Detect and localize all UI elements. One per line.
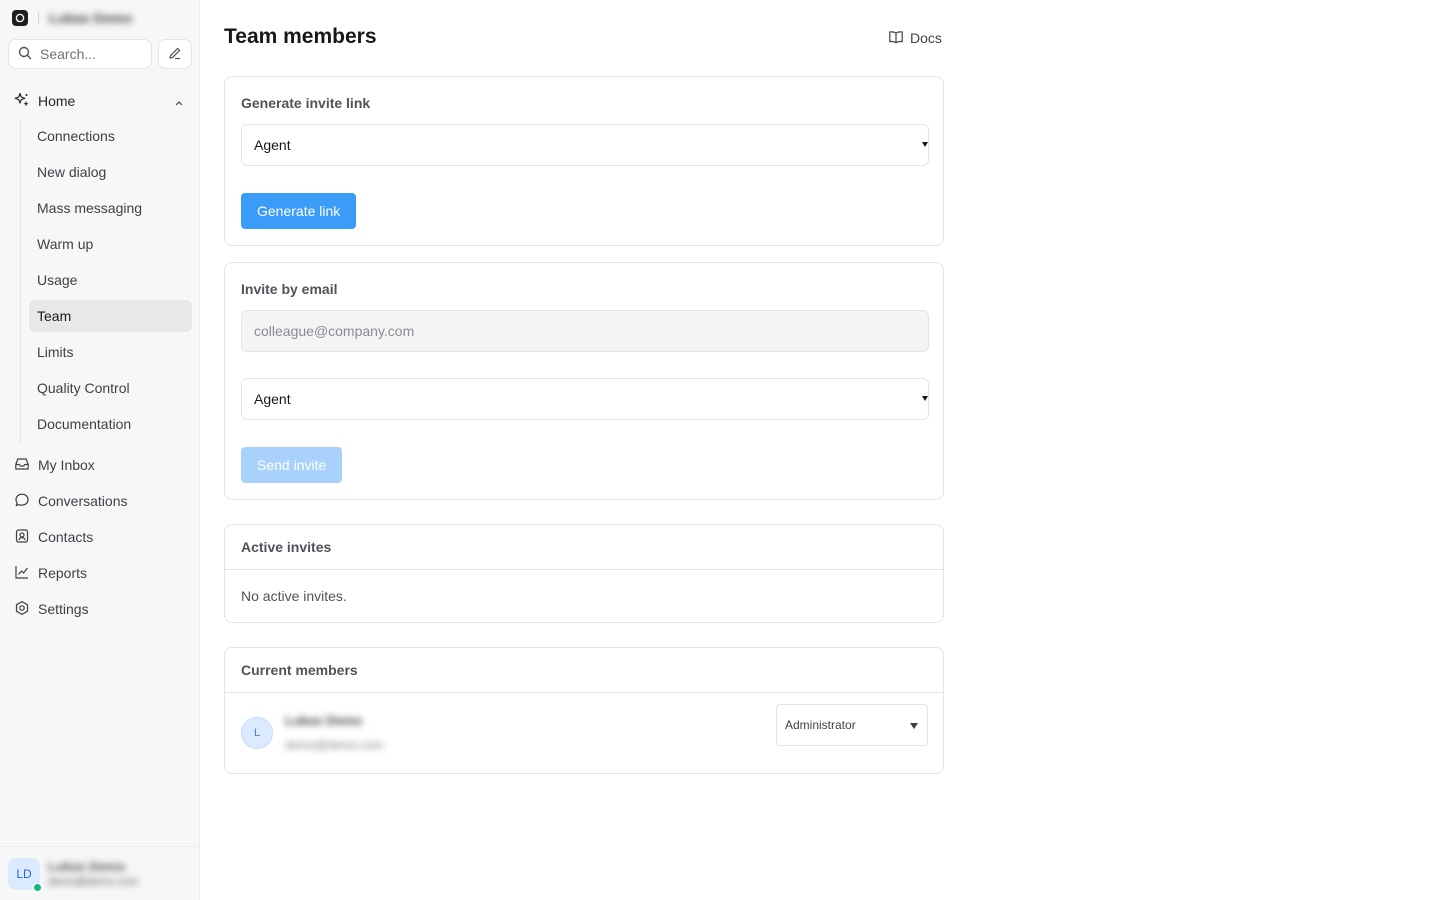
app-logo-icon (12, 10, 28, 26)
sidebar-item-label: My Inbox (38, 457, 95, 473)
member-role-select[interactable]: Administrator (776, 704, 928, 746)
avatar-initials: LD (16, 866, 32, 881)
docs-link[interactable]: Docs (888, 29, 942, 47)
avatar: L (241, 717, 273, 749)
current-members-header: Current members (225, 648, 943, 693)
pencil-icon (168, 46, 182, 63)
sidebar-item-label: Contacts (38, 529, 94, 545)
gear-icon (14, 600, 30, 619)
avatar: LD (8, 857, 42, 892)
email-field-wrapper (241, 310, 929, 352)
invite-link-card: Generate invite link Agent Generate link (224, 76, 944, 246)
workspace-name: Lukas Demo (49, 10, 133, 26)
empty-state-text: No active invites. (241, 588, 347, 604)
select-value: Agent (254, 391, 291, 407)
active-invites-card: Active invites No active invites. (224, 524, 944, 623)
main-nav: My Inbox Conversations Contacts Reports … (8, 449, 192, 629)
compose-button[interactable] (158, 39, 192, 69)
send-invite-button[interactable]: Send invite (241, 447, 343, 483)
search-box[interactable] (8, 39, 152, 69)
user-email: demo@demo.com (48, 875, 139, 888)
email-field[interactable] (242, 323, 928, 339)
invite-link-title: Generate invite link (241, 95, 371, 111)
docs-link-label: Docs (910, 30, 942, 46)
user-profile[interactable]: LD Lukas Demo demo@demo.com (0, 846, 199, 900)
home-subnav: Connections New dialog Mass messaging Wa… (20, 120, 192, 444)
sidebar: Lukas Demo Home Connections New dialog M… (0, 0, 200, 900)
generate-link-button[interactable]: Generate link (241, 193, 357, 229)
sidebar-item-usage[interactable]: Usage (29, 264, 192, 296)
page-title: Team members (224, 25, 377, 48)
search-input[interactable] (40, 46, 140, 62)
active-invites-header: Active invites (225, 525, 943, 570)
select-value: Agent (254, 137, 291, 153)
active-invites-title: Active invites (241, 539, 332, 555)
invite-email-role-select[interactable]: Agent (241, 378, 929, 420)
sidebar-item-new-dialog[interactable]: New dialog (29, 156, 192, 188)
search-icon (18, 46, 32, 63)
sidebar-item-contacts[interactable]: Contacts (8, 521, 192, 553)
chat-bubble-icon (14, 492, 30, 511)
select-value: Administrator (785, 718, 856, 732)
member-row: L Lukas Demo demo@demo.com Administrator (225, 693, 943, 773)
sidebar-item-settings[interactable]: Settings (8, 593, 192, 625)
sidebar-item-label: Conversations (38, 493, 128, 509)
caret-down-icon (910, 723, 918, 729)
chart-line-icon (14, 564, 30, 583)
member-email: demo@demo.com (285, 738, 384, 752)
sparkles-icon (14, 92, 30, 111)
sidebar-item-limits[interactable]: Limits (29, 336, 192, 368)
inbox-icon (14, 456, 30, 475)
sidebar-item-mass-messaging[interactable]: Mass messaging (29, 192, 192, 224)
invite-link-role-select[interactable]: Agent (241, 124, 929, 166)
caret-down-icon (922, 396, 928, 401)
sidebar-item-label: Home (38, 93, 76, 109)
online-status-indicator (33, 882, 42, 892)
member-name: Lukas Demo (285, 713, 363, 728)
sidebar-item-label: Settings (38, 601, 89, 617)
chevron-up-icon[interactable] (174, 95, 184, 111)
contact-card-icon (14, 528, 30, 547)
sidebar-item-warm-up[interactable]: Warm up (29, 228, 192, 260)
user-meta: Lukas Demo demo@demo.com (48, 859, 138, 889)
sidebar-item-team[interactable]: Team (29, 300, 192, 332)
caret-down-icon (922, 142, 928, 147)
sidebar-item-label: Reports (38, 565, 88, 581)
sidebar-item-documentation[interactable]: Documentation (29, 408, 192, 440)
sidebar-item-connections[interactable]: Connections (29, 120, 192, 152)
current-members-title: Current members (241, 662, 358, 678)
current-members-card: Current members L Lukas Demo demo@demo.c… (224, 647, 944, 774)
brand-divider (38, 12, 39, 24)
sidebar-item-home[interactable]: Home (8, 86, 192, 116)
user-name: Lukas Demo (48, 858, 126, 874)
sidebar-item-my-inbox[interactable]: My Inbox (8, 449, 192, 481)
invite-email-title: Invite by email (241, 281, 338, 297)
workspace-switcher[interactable]: Lukas Demo (12, 9, 132, 27)
invite-email-card: Invite by email Agent Send invite (224, 262, 944, 500)
sidebar-item-quality-control[interactable]: Quality Control (29, 372, 192, 404)
sidebar-item-conversations[interactable]: Conversations (8, 485, 192, 517)
book-open-icon (888, 29, 904, 48)
sidebar-item-reports[interactable]: Reports (8, 557, 192, 589)
